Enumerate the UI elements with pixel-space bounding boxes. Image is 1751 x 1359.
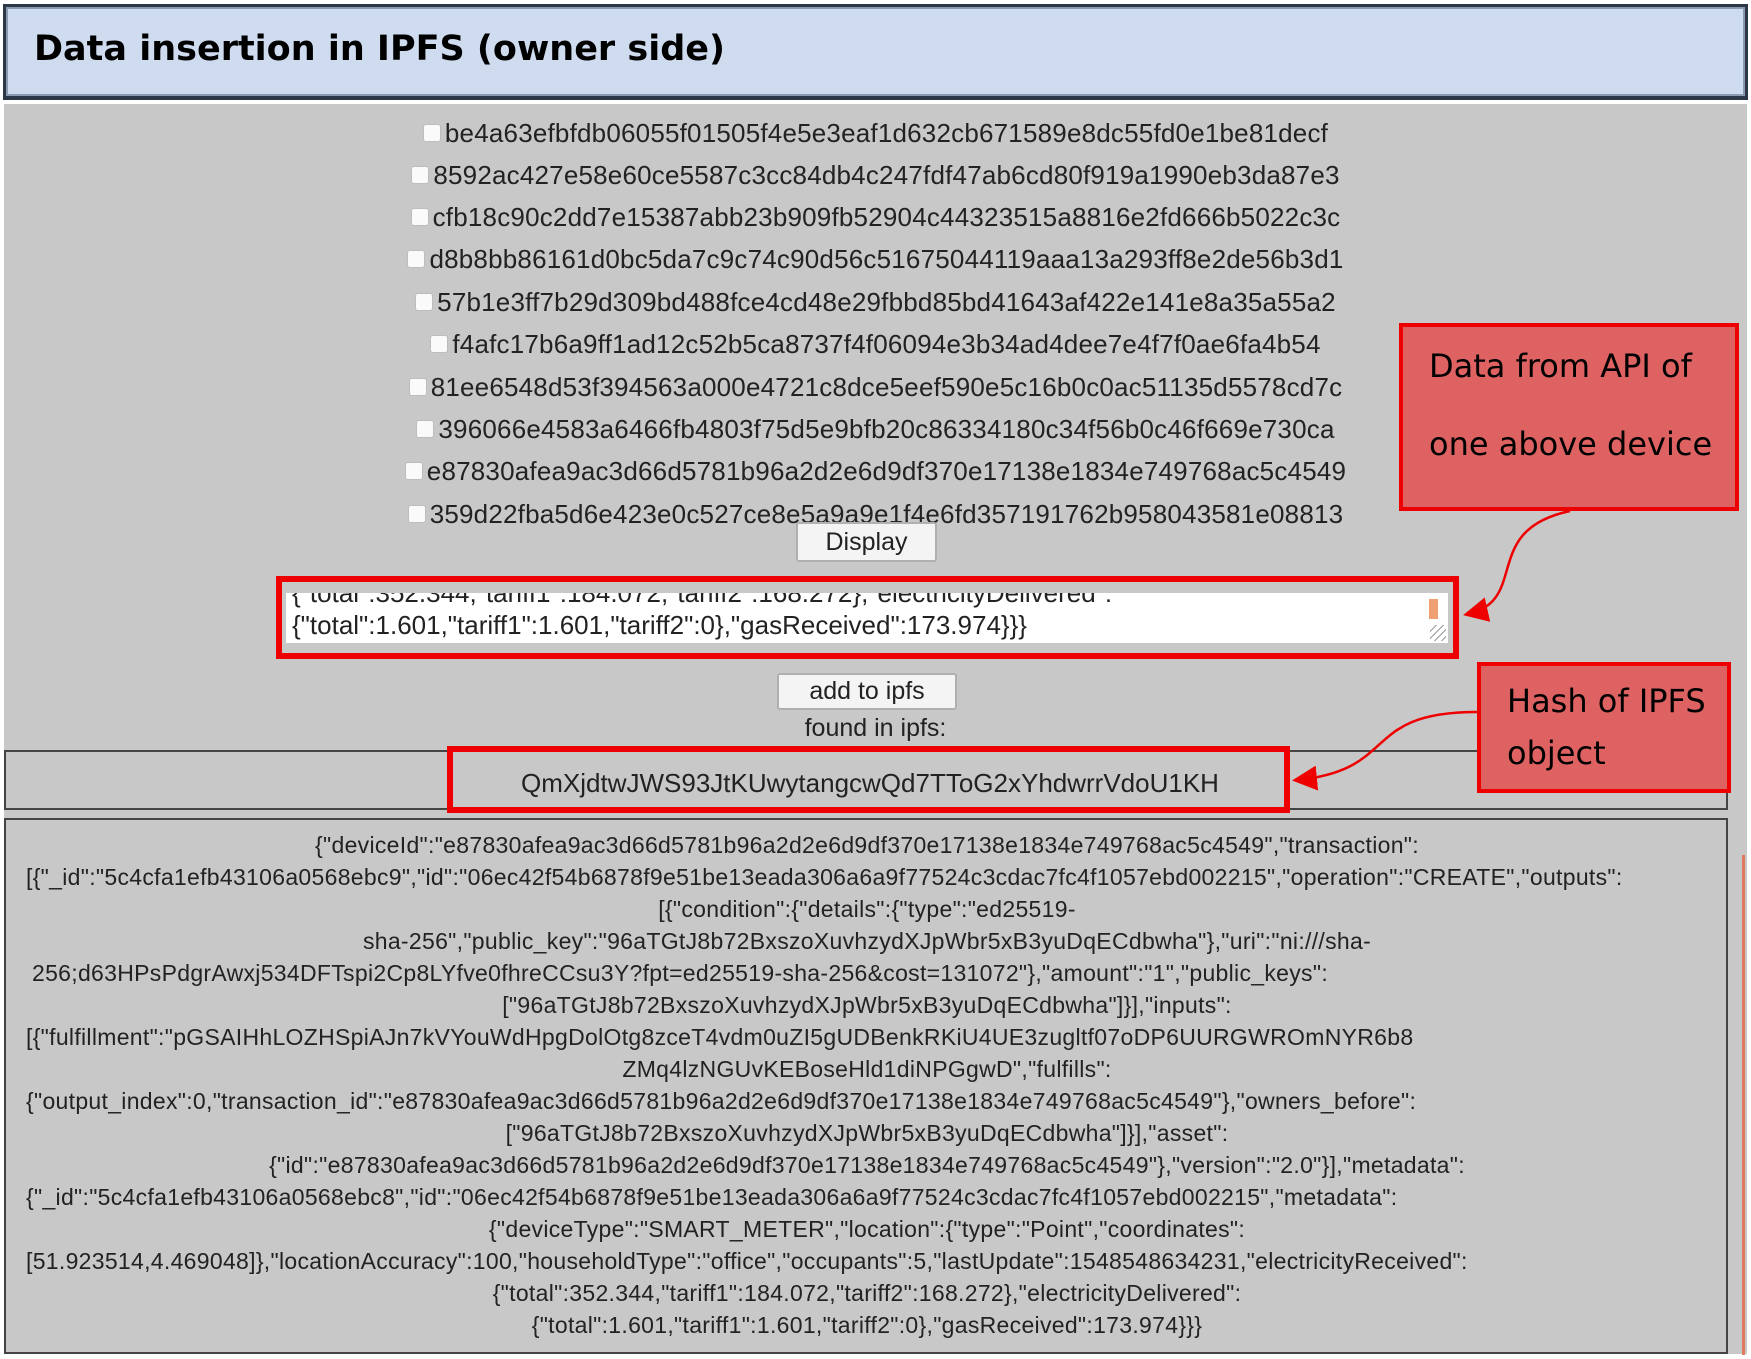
json-line: {"deviceType":"SMART_METER","location":{…: [488, 1216, 1246, 1242]
title-bar: Data insertion in IPFS (owner side): [3, 4, 1748, 100]
display-button[interactable]: Display: [796, 522, 937, 562]
device-hash: d8b8bb86161d0bc5da7c9c74c90d56c516750441…: [429, 243, 1344, 274]
json-output-panel: {"deviceId":"e87830afea9ac3d66d5781b96a2…: [4, 818, 1728, 1354]
callout-text: one above device: [1429, 425, 1713, 463]
page-title: Data insertion in IPFS (owner side): [34, 29, 725, 69]
device-option[interactable]: 57b1e3ff7b29d309bd488fce4cd48e29fbbd85bd…: [4, 284, 1747, 320]
device-checkbox[interactable]: [430, 335, 449, 353]
json-line: ["96aTGtJ8b72BxszoXuvhzydXJpWbr5xB3yuDqE…: [502, 992, 1232, 1018]
json-line: {"deviceId":"e87830afea9ac3d66d5781b96a2…: [315, 832, 1419, 858]
json-line: {"_id":"5c4cfa1efb43106a0568ebc8","id":"…: [26, 1184, 1398, 1210]
device-hash: f4afc17b6a9ff1ad12c52b5ca8737f4f06094e3b…: [452, 328, 1321, 359]
device-checkbox[interactable]: [416, 420, 435, 438]
device-checkbox[interactable]: [407, 505, 426, 523]
device-checkbox[interactable]: [407, 250, 426, 268]
device-hash: 396066e4583a6466fb4803f75d5e9bfb20c86334…: [438, 413, 1335, 444]
json-line: {"id":"e87830afea9ac3d66d5781b96a2d2e6d9…: [269, 1152, 1465, 1178]
device-option[interactable]: d8b8bb86161d0bc5da7c9c74c90d56c516750441…: [4, 241, 1747, 277]
api-data-highlight: [276, 576, 1459, 659]
device-checkbox[interactable]: [422, 124, 441, 142]
json-line: sha-256","public_key":"96aTGtJ8b72BxszoX…: [362, 928, 1372, 954]
callout-text: Data from API of: [1429, 347, 1692, 385]
device-hash: e87830afea9ac3d66d5781b96a2d2e6d9df370e1…: [426, 455, 1347, 486]
json-line: {"total":1.601,"tariff1":1.601,"tariff2"…: [531, 1312, 1203, 1338]
hash-callout: Hash of IPFS object: [1477, 662, 1731, 793]
json-line: [{"_id":"5c4cfa1efb43106a0568ebc9","id":…: [26, 864, 1623, 890]
json-line: [51.923514,4.469048]},"locationAccuracy"…: [26, 1248, 1468, 1274]
json-line: {"output_index":0,"transaction_id":"e878…: [26, 1088, 1417, 1114]
device-checkbox[interactable]: [404, 462, 423, 480]
json-line: 256;d63HPsPdgrAwxj534DFTspi2Cp8LYfve0fhr…: [32, 960, 1329, 986]
device-checkbox[interactable]: [411, 166, 430, 184]
json-line: {"total":352.344,"tariff1":184.072,"tari…: [492, 1280, 1242, 1306]
device-hash: cfb18c90c2dd7e15387abb23b909fb52904c4432…: [432, 201, 1341, 232]
add-to-ipfs-button[interactable]: add to ipfs: [777, 673, 957, 710]
device-hash: be4a63efbfdb06055f01505f4e5e3eaf1d632cb6…: [444, 117, 1329, 148]
device-option[interactable]: cfb18c90c2dd7e15387abb23b909fb52904c4432…: [4, 199, 1747, 235]
device-option[interactable]: be4a63efbfdb06055f01505f4e5e3eaf1d632cb6…: [4, 115, 1747, 151]
device-hash: 81ee6548d53f394563a000e4721c8dce5eef590e…: [430, 371, 1343, 402]
json-line: [{"fulfillment":"pGSAIHhLOZHSpiAJn7kVYou…: [26, 1024, 1414, 1050]
api-data-callout: Data from API of one above device: [1399, 323, 1739, 511]
callout-text: Hash of IPFS: [1507, 682, 1706, 720]
device-hash: 8592ac427e58e60ce5587c3cc84db4c247fdf47a…: [433, 159, 1340, 190]
accent-line: [1742, 855, 1745, 1355]
device-checkbox[interactable]: [408, 378, 427, 396]
callout-text: object: [1507, 734, 1606, 772]
ipfs-hash-highlight: [447, 746, 1290, 813]
json-line: ZMq4lzNGUvKEBoseHld1diNPGgwD","fulfills"…: [622, 1056, 1112, 1082]
device-checkbox[interactable]: [415, 293, 434, 311]
device-checkbox[interactable]: [410, 208, 429, 226]
device-option[interactable]: 8592ac427e58e60ce5587c3cc84db4c247fdf47a…: [4, 157, 1747, 193]
json-line: ["96aTGtJ8b72BxszoXuvhzydXJpWbr5xB3yuDqE…: [505, 1120, 1229, 1146]
device-hash: 57b1e3ff7b29d309bd488fce4cd48e29fbbd85bd…: [437, 286, 1336, 317]
json-line: [{"condition":{"details":{"type":"ed2551…: [658, 896, 1076, 922]
